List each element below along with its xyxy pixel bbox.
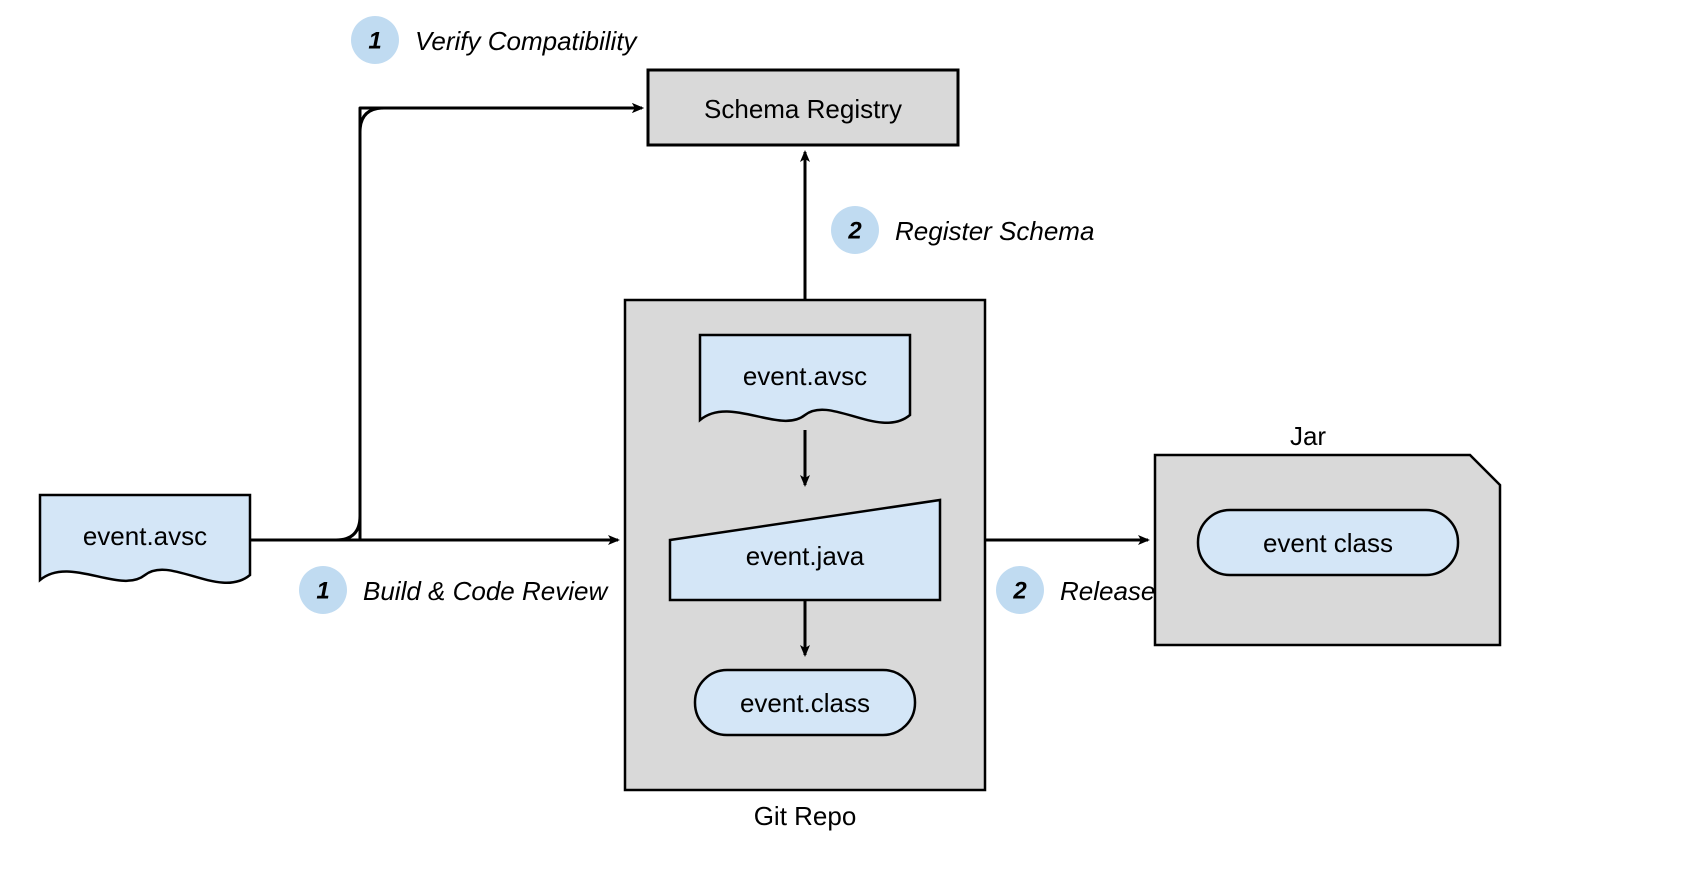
source-avsc-node: event.avsc <box>40 495 250 583</box>
step-label-1b: Build & Code Review <box>363 576 609 606</box>
badge-num-2a: 2 <box>847 217 862 244</box>
schema-registry-label: Schema Registry <box>704 94 902 124</box>
step-label-1a: Verify Compatibility <box>415 26 639 56</box>
step-label-2b: Release <box>1060 576 1155 606</box>
repo-class-label: event.class <box>740 688 870 718</box>
jar-class-node: event class <box>1198 510 1458 575</box>
step-register-schema: 2 Register Schema <box>831 206 1094 254</box>
step-verify-compatibility: 1 Verify Compatibility <box>351 16 639 64</box>
step-build-review: 1 Build & Code Review <box>299 566 609 614</box>
repo-class-node: event.class <box>695 670 915 735</box>
jar-label: Jar <box>1290 421 1326 451</box>
source-avsc-label: event.avsc <box>83 521 207 551</box>
step-release: 2 Release <box>996 566 1155 614</box>
repo-java-label: event.java <box>746 541 865 571</box>
badge-num-1a: 1 <box>368 27 381 54</box>
jar-class-label: event class <box>1263 528 1393 558</box>
badge-num-2b: 2 <box>1012 577 1027 604</box>
repo-avsc-node: event.avsc <box>700 335 910 423</box>
repo-avsc-label: event.avsc <box>743 361 867 391</box>
arrow-verify-compatibility <box>250 108 642 540</box>
schema-registry-node: Schema Registry <box>648 70 958 145</box>
step-label-2a: Register Schema <box>895 216 1094 246</box>
git-repo-label: Git Repo <box>754 801 857 831</box>
arrow-verify-compatibility-rounded <box>250 108 642 540</box>
badge-num-1b: 1 <box>316 577 329 604</box>
